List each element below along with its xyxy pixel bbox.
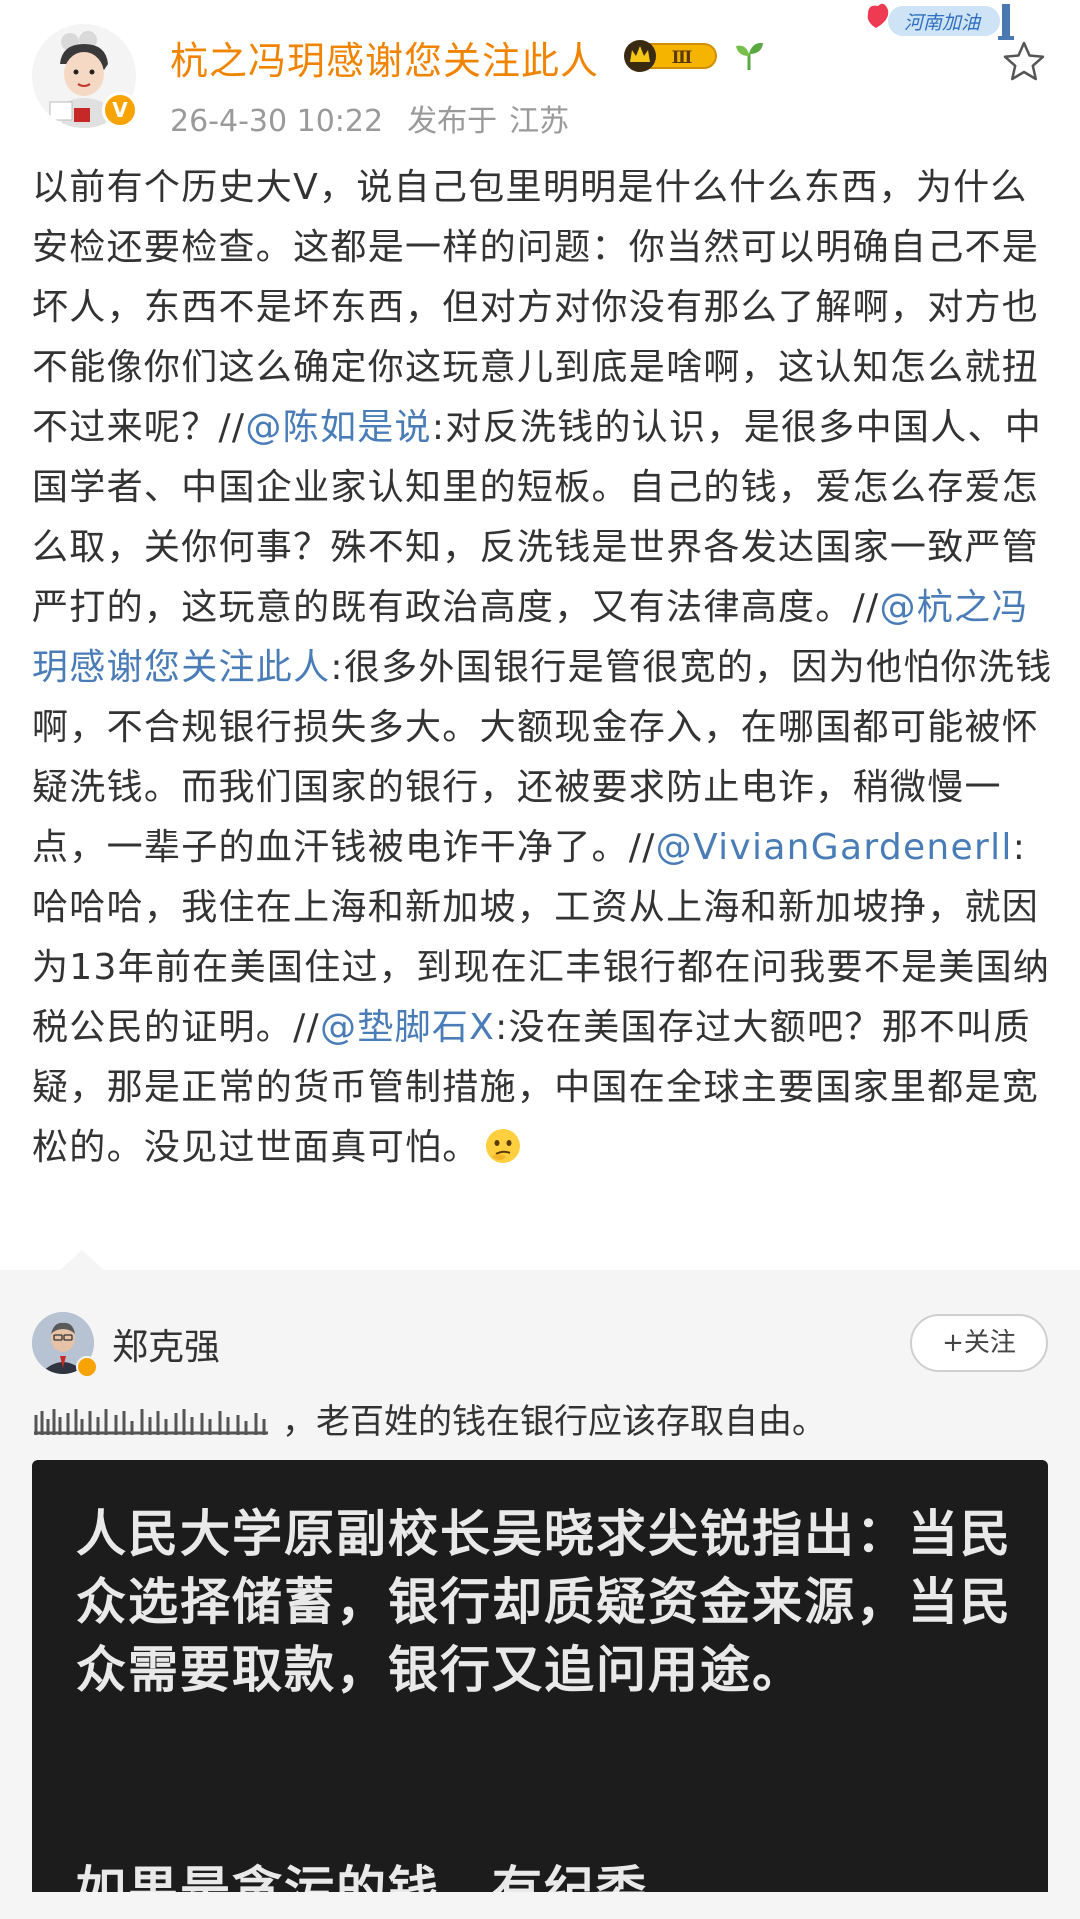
event-badge-text: 河南加油 [904,12,982,34]
repost-text: ，老百姓的钱在银行应该存取自由。 [32,1396,1052,1448]
star-icon [1003,41,1045,81]
repost-author-name[interactable]: 郑克强 [112,1318,220,1370]
mention-link[interactable]: @VivianGardenerll [656,827,1013,868]
follow-button[interactable]: +关注 [910,1314,1048,1372]
verified-badge-icon [76,1356,98,1378]
post-location: 江苏 [509,104,570,139]
sprout-icon [732,38,766,72]
post-header: V 杭之冯玥感谢您关注此人 Ⅲ 26-4-30 10:22 发布于 江苏 河南加油 [0,0,1080,150]
mention-link[interactable]: @垫脚石X [320,1007,495,1048]
post-body: 以前有个历史大V，说自己包里明明是什么什么东西，为什么安检还要检查。这都是一样的… [32,158,1062,1178]
heart-banner-icon: 河南加油 [867,3,1014,40]
post-timestamp: 26-4-30 10:22 [170,104,384,139]
author-name[interactable]: 杭之冯玥感谢您关注此人 [170,30,599,85]
event-badge[interactable]: 河南加油 [858,0,1018,44]
post-meta: 26-4-30 10:22 发布于 江苏 [170,96,569,140]
crown-icon: Ⅲ [624,40,717,72]
verified-badge-icon: V [102,92,138,128]
vip-level-badge[interactable]: Ⅲ [622,38,720,74]
redacted-scribble-icon [32,1400,282,1435]
vip-level-text: Ⅲ [672,48,693,68]
repost-pointer [60,1250,104,1270]
post-text-segment: 以前有个历史大V，说自己包里明明是什么什么东西，为什么安检还要检查。这都是一样的… [32,167,1040,448]
mention-link[interactable]: @陈如是说 [245,407,432,448]
favorite-star-button[interactable] [1000,38,1048,86]
thinking-face-icon [484,1124,522,1163]
published-label: 发布于 [407,104,498,139]
repost-card[interactable]: 郑克强 +关注 ，老百姓的钱在银行应该存取自由。 人民大学原副校长吴晓求尖锐指出… [0,1250,1080,1919]
image-caption: 人民大学原副校长吴晓求尖锐指出：当民众选择储蓄，银行却质疑资金来源，当民众需要取… [76,1505,1012,1699]
repost-text-content: ，老百姓的钱在银行应该存取自由。 [282,1402,826,1442]
bottom-strip [0,1892,1080,1919]
repost-image[interactable]: 人民大学原副校长吴晓求尖锐指出：当民众选择储蓄，银行却质疑资金来源，当民众需要取… [32,1460,1048,1900]
